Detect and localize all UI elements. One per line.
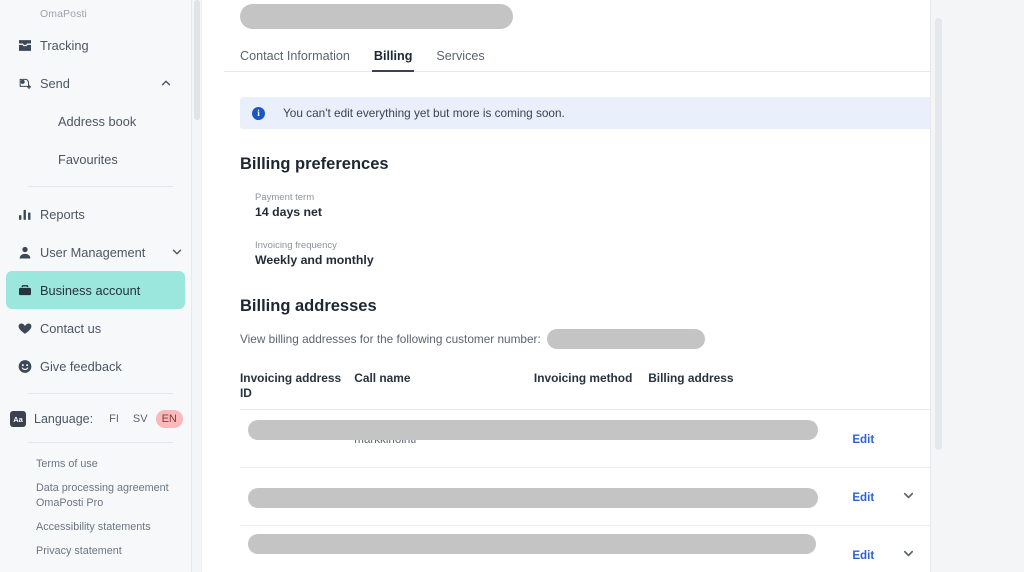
- chevron-down-icon[interactable]: [901, 488, 917, 504]
- sidebar-item-label: Address book: [58, 113, 137, 129]
- billing-preferences-title: Billing preferences: [240, 155, 389, 173]
- brand-label: OmaPosti: [40, 8, 87, 20]
- briefcase-icon: [16, 282, 33, 299]
- footer-link-accessibility-statements[interactable]: Accessibility statements: [36, 520, 176, 534]
- page-scrollbar-right-thumb[interactable]: [935, 18, 942, 450]
- tab-contact-information[interactable]: Contact Information: [240, 49, 350, 71]
- redaction-customer-number: [546, 329, 705, 349]
- sidebar-item-label: User Management: [40, 244, 146, 260]
- language-option-sv[interactable]: SV: [127, 410, 154, 428]
- info-banner: i You can't edit everything yet but more…: [240, 97, 934, 129]
- sidebar-item-label: Business account: [40, 282, 141, 298]
- field-invoicing-frequency: Invoicing frequency Weekly and monthly: [255, 240, 968, 267]
- sidebar-item-user-management[interactable]: User Management: [6, 233, 185, 271]
- column-header-invoicing-method: Invoicing method: [533, 371, 633, 385]
- edit-link[interactable]: Edit: [852, 433, 874, 446]
- footer-link-data-processing-agreement[interactable]: Data processing agreement OmaPosti Pro: [36, 481, 176, 510]
- table-head: Invoicing address ID Call name Invoicing…: [240, 371, 934, 410]
- billing-addresses-table: Invoicing address ID Call name Invoicing…: [240, 371, 934, 572]
- language-label: Language:: [34, 412, 94, 426]
- sidebar-item-address-book[interactable]: Address book: [6, 102, 185, 140]
- edit-link[interactable]: Edit: [852, 491, 874, 504]
- send-icon: [16, 75, 33, 92]
- language-icon: Aa: [10, 411, 26, 427]
- sidebar-footer-links: Terms of use Data processing agreement O…: [0, 451, 191, 559]
- main-content: Contact Information Billing Services i Y…: [192, 0, 1024, 572]
- sidebar-item-send[interactable]: Send: [6, 64, 185, 102]
- redaction-page-title: [240, 4, 513, 29]
- sidebar: OmaPosti Tracking Send Address book Favo…: [0, 0, 192, 572]
- info-banner-text: You can't edit everything yet but more i…: [283, 106, 565, 120]
- tab-bar: Contact Information Billing Services: [224, 40, 968, 72]
- cell-invoicing-address-id: [240, 467, 818, 527]
- chevron-up-icon[interactable]: [159, 76, 173, 90]
- column-header-edit: [852, 371, 901, 410]
- sidebar-item-label: Contact us: [40, 320, 102, 336]
- page-scrollbar-right[interactable]: [930, 0, 1024, 572]
- table-row: markkinointi Edit: [240, 409, 934, 469]
- language-option-fi[interactable]: FI: [103, 410, 125, 428]
- column-header-billing-address: Billing address: [648, 371, 734, 385]
- sidebar-item-reports[interactable]: Reports: [6, 195, 185, 233]
- sidebar-item-label: Tracking: [40, 37, 89, 53]
- table-header-row: Invoicing address ID Call name Invoicing…: [240, 371, 934, 410]
- sidebar-item-label: Give feedback: [40, 358, 122, 374]
- sidebar-item-contact-us[interactable]: Contact us: [6, 309, 185, 347]
- chevron-down-icon[interactable]: [901, 546, 917, 562]
- sidebar-divider-2: [28, 393, 173, 394]
- field-value: 14 days net: [255, 205, 322, 219]
- tracking-icon: [16, 37, 33, 54]
- sidebar-item-give-feedback[interactable]: Give feedback: [6, 347, 185, 385]
- footer-link-terms-of-use[interactable]: Terms of use: [36, 457, 176, 471]
- billing-panel: Contact Information Billing Services i Y…: [224, 0, 968, 572]
- app-root: OmaPosti Tracking Send Address book Favo…: [0, 0, 1024, 572]
- footer-link-privacy-statement[interactable]: Privacy statement: [36, 544, 176, 558]
- sidebar-item-label: Reports: [40, 206, 85, 222]
- table-body: markkinointi Edit: [240, 409, 934, 572]
- table-row: Edit: [240, 467, 934, 527]
- field-payment-term: Payment term 14 days net: [255, 192, 968, 219]
- billing-addresses-title: Billing addresses: [240, 297, 377, 315]
- sidebar-item-business-account[interactable]: Business account: [6, 271, 185, 309]
- tab-billing[interactable]: Billing: [371, 49, 415, 72]
- language-option-en[interactable]: EN: [155, 410, 183, 428]
- sidebar-divider-1: [28, 186, 173, 187]
- info-icon: i: [252, 106, 265, 120]
- smiley-icon: [16, 358, 33, 375]
- field-label: Invoicing frequency: [255, 240, 337, 251]
- customer-number-note-text: View billing addresses for the following…: [240, 332, 541, 346]
- field-value: Weekly and monthly: [255, 253, 374, 267]
- sidebar-item-favourites[interactable]: Favourites: [6, 140, 185, 178]
- column-header-invoicing-address-id: Invoicing address ID: [240, 371, 342, 400]
- chevron-down-icon[interactable]: [170, 245, 184, 259]
- redaction-row-3: [248, 534, 816, 555]
- cell-invoicing-address-id: [240, 409, 818, 469]
- edit-link[interactable]: Edit: [852, 549, 874, 562]
- reports-icon: [16, 206, 33, 223]
- user-icon: [16, 244, 33, 261]
- redaction-row-2: [248, 488, 818, 509]
- page-scrollbar-left[interactable]: [192, 0, 202, 572]
- language-switcher: Aa Language: FI SV EN: [0, 402, 191, 436]
- column-header-call-name: Call name: [354, 371, 411, 385]
- tab-services[interactable]: Services: [436, 49, 484, 71]
- sidebar-divider-3: [28, 442, 173, 443]
- sidebar-item-tracking[interactable]: Tracking: [6, 26, 185, 64]
- redaction-row-1: [248, 420, 818, 441]
- heart-icon: [16, 320, 33, 337]
- cell-invoicing-address-id: [240, 525, 816, 572]
- field-label: Payment term: [255, 192, 315, 203]
- customer-number-note: View billing addresses for the following…: [240, 329, 968, 349]
- sidebar-item-label: Send: [40, 75, 70, 91]
- sidebar-item-label: Favourites: [58, 151, 118, 167]
- table-row: Edit: [240, 525, 934, 572]
- page-scrollbar-left-thumb[interactable]: [194, 0, 200, 120]
